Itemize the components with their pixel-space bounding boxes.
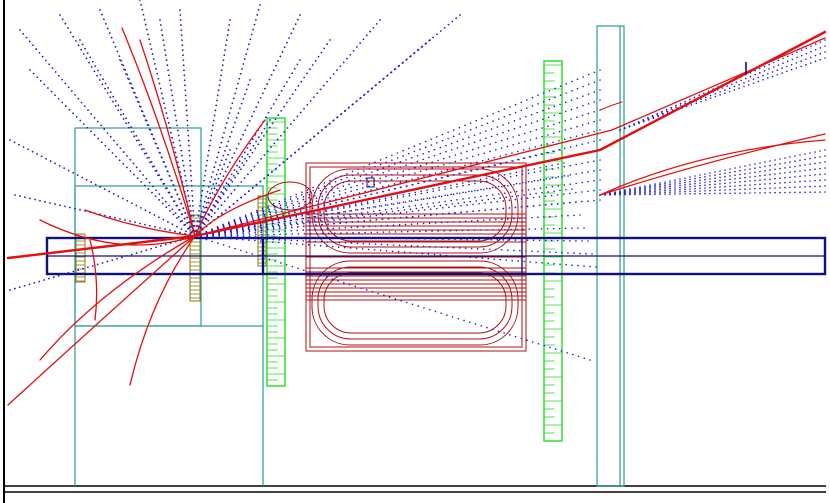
tracking-stations [266, 60, 563, 442]
event-display-canvas [3, 0, 827, 503]
tracking-station-strips [267, 64, 562, 434]
tracking-station-icon [543, 60, 563, 442]
detector-block-stripes [76, 198, 266, 299]
magnet-coil-icon [267, 162, 527, 352]
event-display [0, 0, 830, 503]
hit-trails [9, 0, 826, 361]
detector-blocks [75, 195, 267, 302]
